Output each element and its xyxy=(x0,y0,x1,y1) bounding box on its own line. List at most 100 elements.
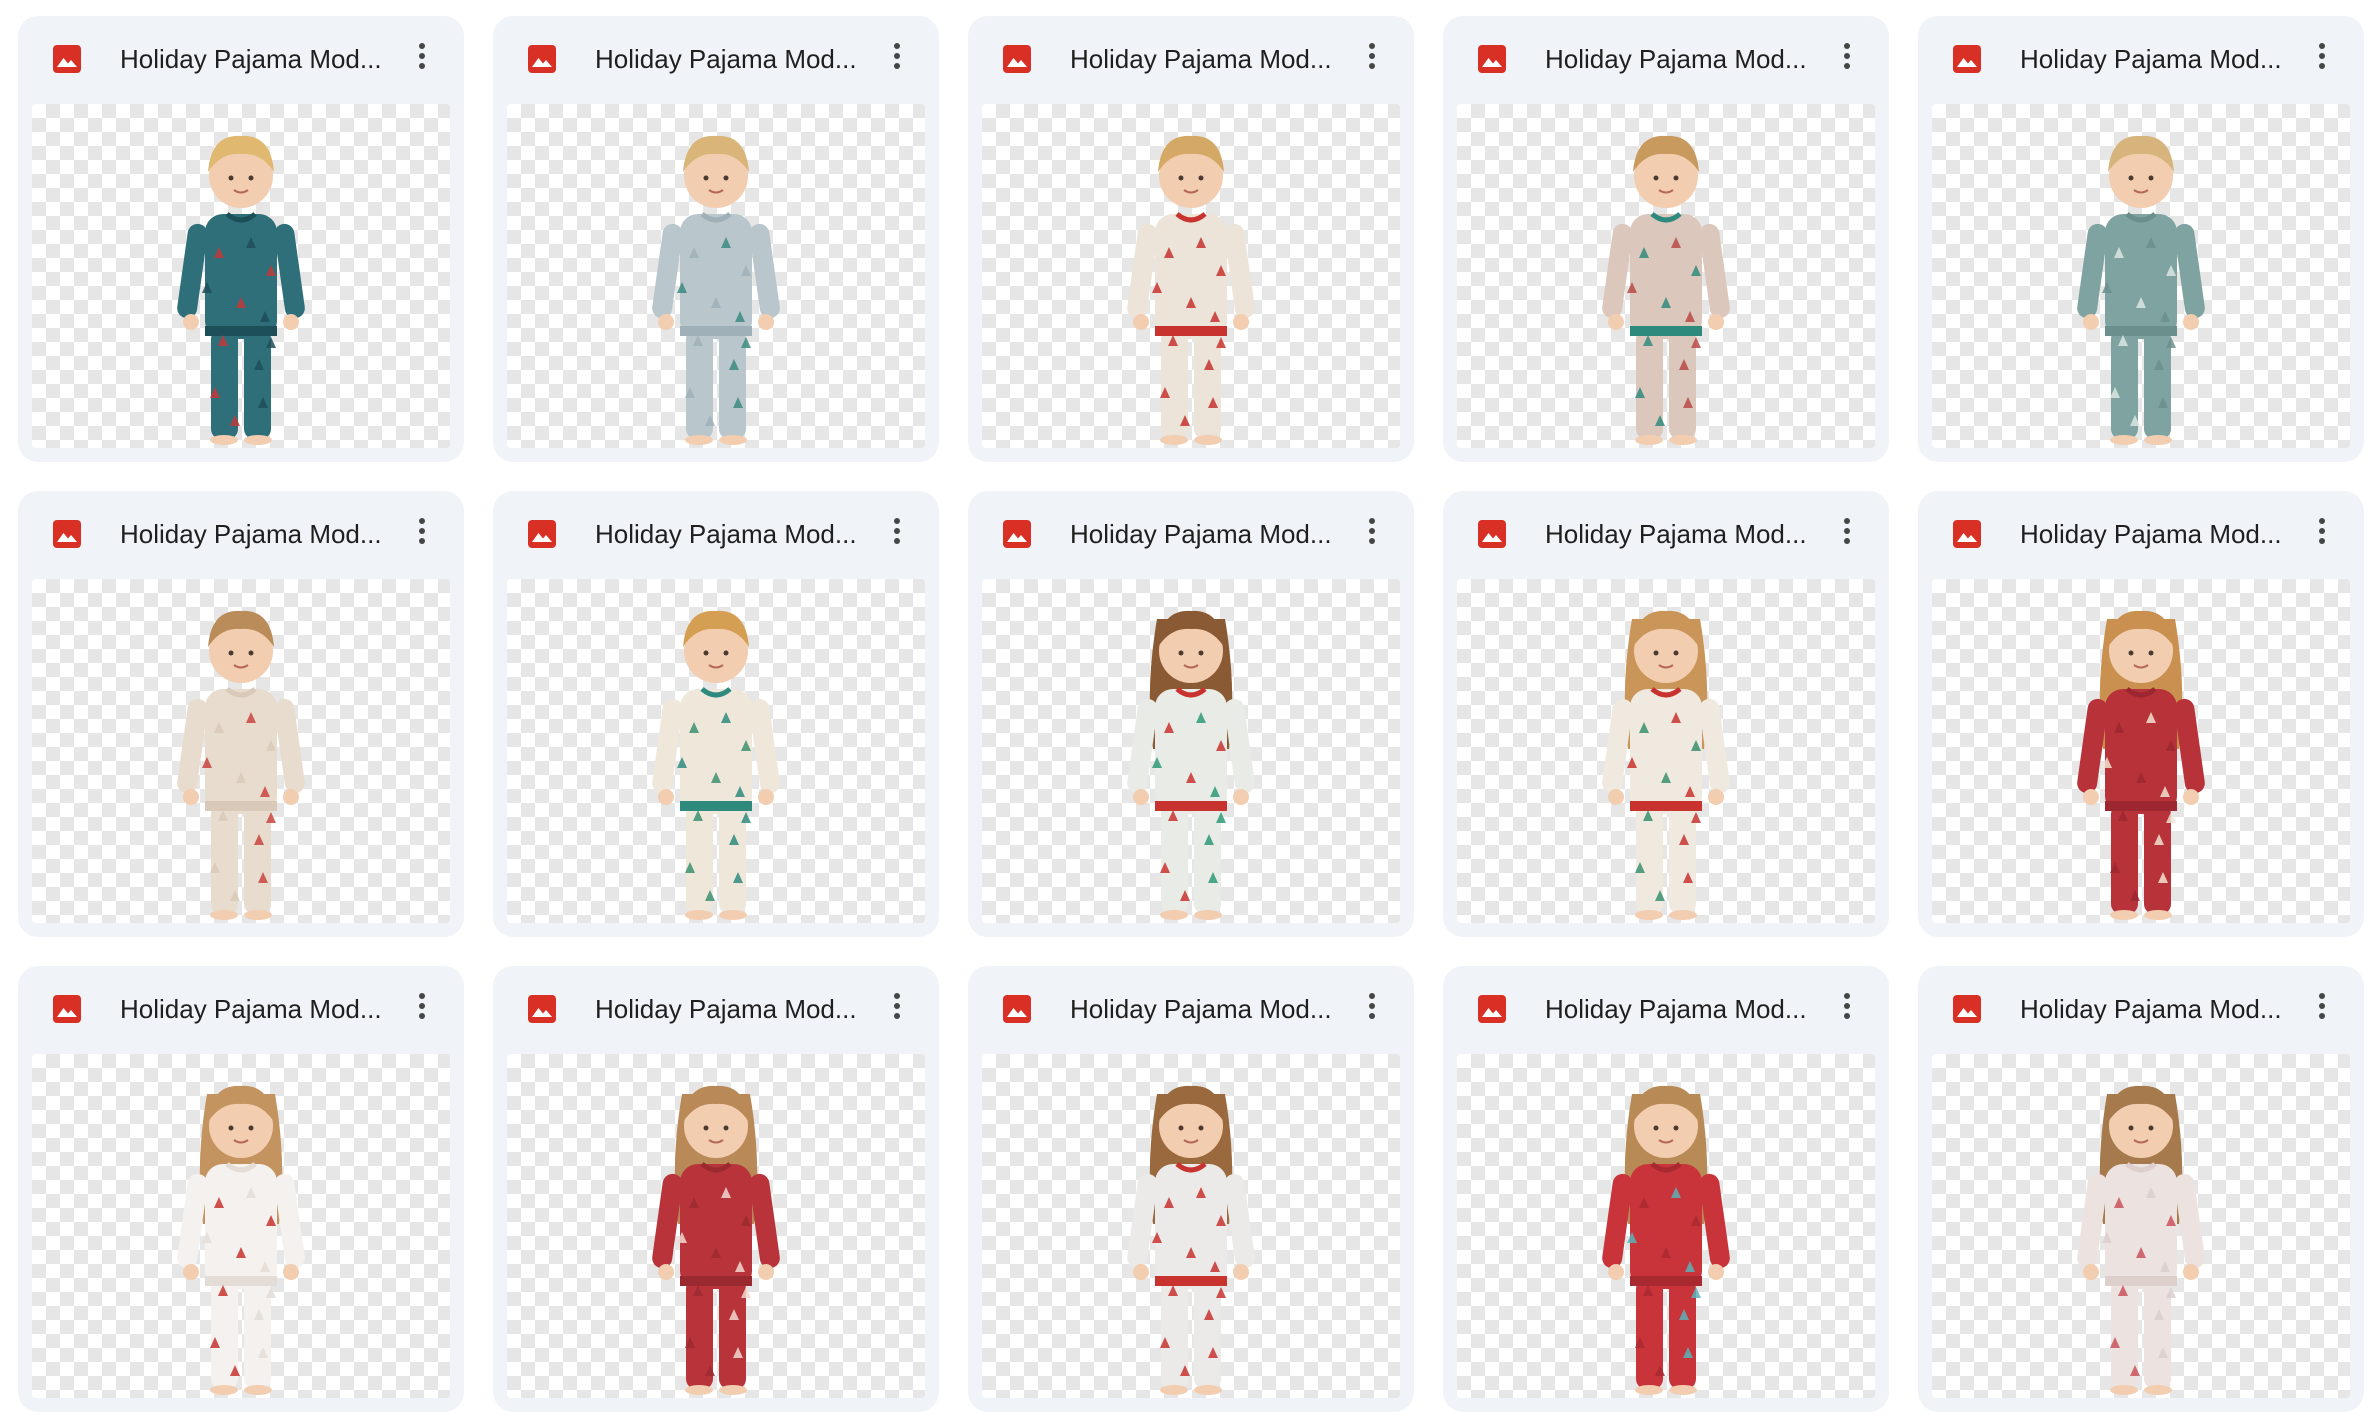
file-card[interactable]: Holiday Pajama Mod... xyxy=(968,491,1414,937)
child-figure xyxy=(2077,610,2205,920)
image-file-icon xyxy=(527,994,557,1024)
file-card-header: Holiday Pajama Mod... xyxy=(968,966,1414,1054)
file-name: Holiday Pajama Mod... xyxy=(2020,994,2282,1024)
file-name: Holiday Pajama Mod... xyxy=(120,519,382,549)
image-thumbnail[interactable] xyxy=(32,104,450,448)
image-thumbnail[interactable] xyxy=(507,1054,925,1398)
file-card-header: Holiday Pajama Mod... xyxy=(1918,16,2364,104)
more-actions-button[interactable] xyxy=(2302,988,2342,1028)
more-actions-button[interactable] xyxy=(1827,38,1867,78)
image-file-icon xyxy=(1002,44,1032,74)
image-file-icon xyxy=(1477,44,1507,74)
child-figure xyxy=(652,1085,780,1395)
file-card[interactable]: Holiday Pajama Mod... xyxy=(18,16,464,462)
more-actions-button[interactable] xyxy=(1827,513,1867,553)
more-actions-button[interactable] xyxy=(402,38,442,78)
more-actions-button[interactable] xyxy=(402,988,442,1028)
image-thumbnail[interactable] xyxy=(32,1054,450,1398)
more-vert-icon xyxy=(2318,42,2326,75)
more-actions-button[interactable] xyxy=(877,988,917,1028)
file-name: Holiday Pajama Mod... xyxy=(1545,44,1807,74)
image-file-icon xyxy=(52,994,82,1024)
image-file-icon xyxy=(1002,519,1032,549)
image-thumbnail[interactable] xyxy=(1457,104,1875,448)
more-actions-button[interactable] xyxy=(1352,513,1392,553)
more-vert-icon xyxy=(2318,517,2326,550)
more-vert-icon xyxy=(418,42,426,75)
file-card-header: Holiday Pajama Mod... xyxy=(493,966,939,1054)
image-thumbnail[interactable] xyxy=(1457,1054,1875,1398)
image-thumbnail[interactable] xyxy=(507,104,925,448)
file-name: Holiday Pajama Mod... xyxy=(1545,519,1807,549)
more-actions-button[interactable] xyxy=(877,513,917,553)
image-thumbnail[interactable] xyxy=(982,579,1400,923)
image-thumbnail[interactable] xyxy=(982,1054,1400,1398)
child-figure xyxy=(1127,1085,1255,1395)
child-figure xyxy=(1127,135,1255,445)
image-thumbnail[interactable] xyxy=(1457,579,1875,923)
file-card[interactable]: Holiday Pajama Mod... xyxy=(493,966,939,1412)
file-name: Holiday Pajama Mod... xyxy=(595,44,857,74)
more-actions-button[interactable] xyxy=(402,513,442,553)
file-card[interactable]: Holiday Pajama Mod... xyxy=(1443,966,1889,1412)
file-name: Holiday Pajama Mod... xyxy=(2020,519,2282,549)
file-grid: Holiday Pajama Mod... Holiday Pajama Mod… xyxy=(18,16,2364,1412)
image-thumbnail[interactable] xyxy=(982,104,1400,448)
file-card[interactable]: Holiday Pajama Mod... xyxy=(493,491,939,937)
image-thumbnail[interactable] xyxy=(32,579,450,923)
image-file-icon xyxy=(1477,994,1507,1024)
file-card[interactable]: Holiday Pajama Mod... xyxy=(1918,491,2364,937)
more-vert-icon xyxy=(1368,992,1376,1025)
more-vert-icon xyxy=(2318,992,2326,1025)
more-vert-icon xyxy=(1843,42,1851,75)
file-card-header: Holiday Pajama Mod... xyxy=(1443,966,1889,1054)
file-card[interactable]: Holiday Pajama Mod... xyxy=(1918,16,2364,462)
more-vert-icon xyxy=(1368,42,1376,75)
more-actions-button[interactable] xyxy=(877,38,917,78)
more-vert-icon xyxy=(893,42,901,75)
file-card-header: Holiday Pajama Mod... xyxy=(1443,491,1889,579)
file-card[interactable]: Holiday Pajama Mod... xyxy=(1918,966,2364,1412)
file-card-header: Holiday Pajama Mod... xyxy=(18,16,464,104)
image-thumbnail[interactable] xyxy=(507,579,925,923)
file-card-header: Holiday Pajama Mod... xyxy=(18,491,464,579)
child-figure xyxy=(1602,1085,1730,1395)
image-file-icon xyxy=(52,44,82,74)
image-thumbnail[interactable] xyxy=(1932,1054,2350,1398)
file-card[interactable]: Holiday Pajama Mod... xyxy=(968,16,1414,462)
more-actions-button[interactable] xyxy=(1827,988,1867,1028)
more-vert-icon xyxy=(418,517,426,550)
file-card-header: Holiday Pajama Mod... xyxy=(1443,16,1889,104)
file-card[interactable]: Holiday Pajama Mod... xyxy=(18,966,464,1412)
child-figure xyxy=(177,1085,305,1395)
file-name: Holiday Pajama Mod... xyxy=(1070,44,1332,74)
file-name: Holiday Pajama Mod... xyxy=(1070,994,1332,1024)
child-figure xyxy=(1127,610,1255,920)
file-card[interactable]: Holiday Pajama Mod... xyxy=(18,491,464,937)
file-name: Holiday Pajama Mod... xyxy=(120,44,382,74)
more-actions-button[interactable] xyxy=(1352,38,1392,78)
image-file-icon xyxy=(1952,44,1982,74)
more-actions-button[interactable] xyxy=(2302,513,2342,553)
image-file-icon xyxy=(1952,519,1982,549)
file-name: Holiday Pajama Mod... xyxy=(595,994,857,1024)
more-actions-button[interactable] xyxy=(2302,38,2342,78)
file-card[interactable]: Holiday Pajama Mod... xyxy=(968,966,1414,1412)
file-card-header: Holiday Pajama Mod... xyxy=(18,966,464,1054)
child-figure xyxy=(652,135,780,445)
image-file-icon xyxy=(527,519,557,549)
more-actions-button[interactable] xyxy=(1352,988,1392,1028)
more-vert-icon xyxy=(893,992,901,1025)
image-thumbnail[interactable] xyxy=(1932,104,2350,448)
image-file-icon xyxy=(1002,994,1032,1024)
child-figure xyxy=(652,610,780,920)
file-card[interactable]: Holiday Pajama Mod... xyxy=(1443,16,1889,462)
file-card[interactable]: Holiday Pajama Mod... xyxy=(1443,491,1889,937)
file-card[interactable]: Holiday Pajama Mod... xyxy=(493,16,939,462)
file-name: Holiday Pajama Mod... xyxy=(1070,519,1332,549)
file-card-header: Holiday Pajama Mod... xyxy=(493,16,939,104)
file-card-header: Holiday Pajama Mod... xyxy=(1918,966,2364,1054)
image-file-icon xyxy=(1477,519,1507,549)
image-thumbnail[interactable] xyxy=(1932,579,2350,923)
file-card-header: Holiday Pajama Mod... xyxy=(968,491,1414,579)
